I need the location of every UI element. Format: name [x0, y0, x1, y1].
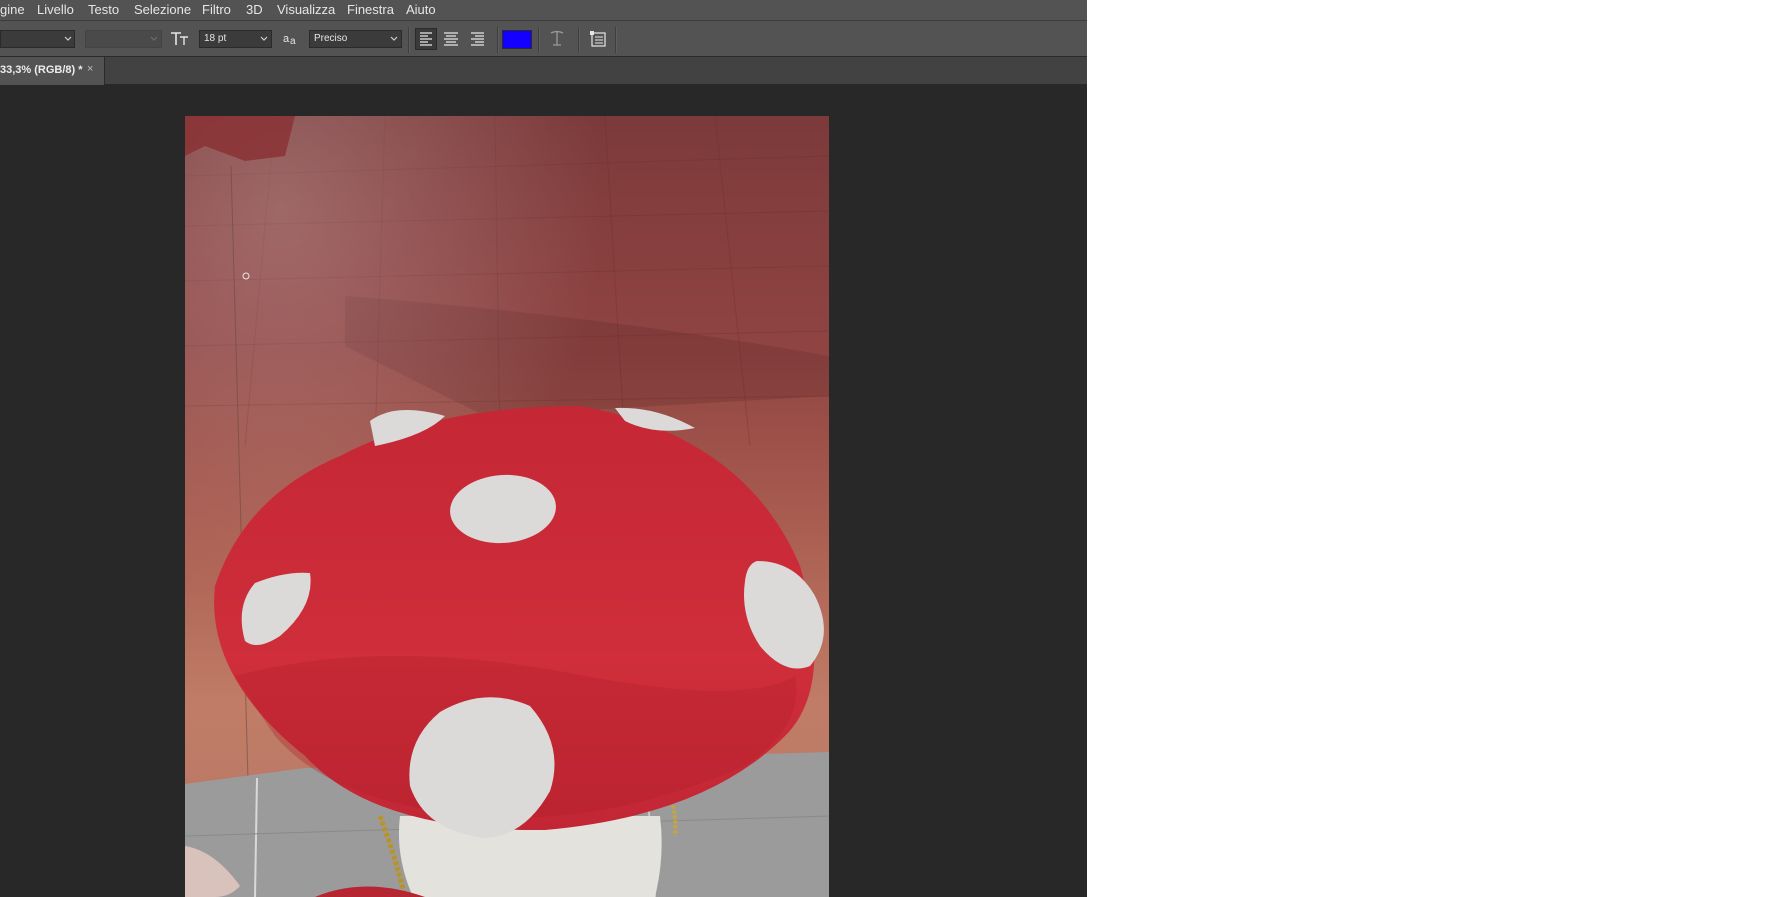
- menu-filtro[interactable]: Filtro: [202, 2, 231, 17]
- align-center-icon[interactable]: [441, 29, 461, 49]
- font-family-select[interactable]: [0, 30, 75, 48]
- antialias-icon: a a: [283, 33, 296, 46]
- document-tab-bar: 33,3% (RGB/8) * ×: [0, 57, 1087, 85]
- svg-text:a: a: [283, 33, 290, 45]
- font-size-value: 18 pt: [204, 33, 227, 44]
- divider: [578, 27, 580, 53]
- menu-selezione[interactable]: Selezione: [134, 2, 191, 17]
- document-tab-title: 33,3% (RGB/8) *: [0, 64, 83, 76]
- chevron-down-icon: [390, 36, 398, 41]
- photoshop-window: gine Livello Testo Selezione Filtro 3D V…: [0, 0, 1087, 897]
- character-panel-icon[interactable]: [589, 30, 607, 48]
- text-color-swatch[interactable]: [502, 30, 532, 49]
- font-size-select[interactable]: 18 pt: [199, 30, 272, 48]
- divider: [408, 27, 410, 53]
- chevron-down-icon: [64, 36, 72, 41]
- menu-3d[interactable]: 3D: [246, 2, 263, 17]
- font-size-icon: [171, 32, 188, 45]
- divider: [615, 27, 617, 53]
- antialias-value: Preciso: [314, 33, 348, 44]
- menu-bar: gine Livello Testo Selezione Filtro 3D V…: [0, 0, 1087, 20]
- menu-aiuto[interactable]: Aiuto: [406, 2, 436, 17]
- antialias-select[interactable]: Preciso: [309, 30, 402, 48]
- align-left-button[interactable]: [415, 28, 437, 50]
- divider: [538, 27, 540, 53]
- align-left-icon: [420, 32, 432, 46]
- divider: [497, 27, 499, 53]
- options-bar: 18 pt a a Preciso: [0, 20, 1087, 57]
- menu-visualizza[interactable]: Visualizza: [277, 2, 335, 17]
- warp-text-icon[interactable]: [547, 30, 567, 48]
- font-style-select[interactable]: [85, 30, 162, 48]
- align-right-icon[interactable]: [468, 29, 488, 49]
- chevron-down-icon: [150, 36, 158, 41]
- menu-finestra[interactable]: Finestra: [347, 2, 394, 17]
- chevron-down-icon: [260, 36, 268, 41]
- menu-livello[interactable]: Livello: [37, 2, 74, 17]
- document-canvas[interactable]: [185, 116, 829, 897]
- svg-text:a: a: [290, 36, 296, 46]
- menu-immagine[interactable]: gine: [0, 2, 25, 17]
- menu-testo[interactable]: Testo: [88, 2, 119, 17]
- document-tab[interactable]: 33,3% (RGB/8) * ×: [0, 57, 105, 85]
- mushroom-hat-photo: [185, 116, 829, 897]
- close-icon[interactable]: ×: [87, 63, 93, 75]
